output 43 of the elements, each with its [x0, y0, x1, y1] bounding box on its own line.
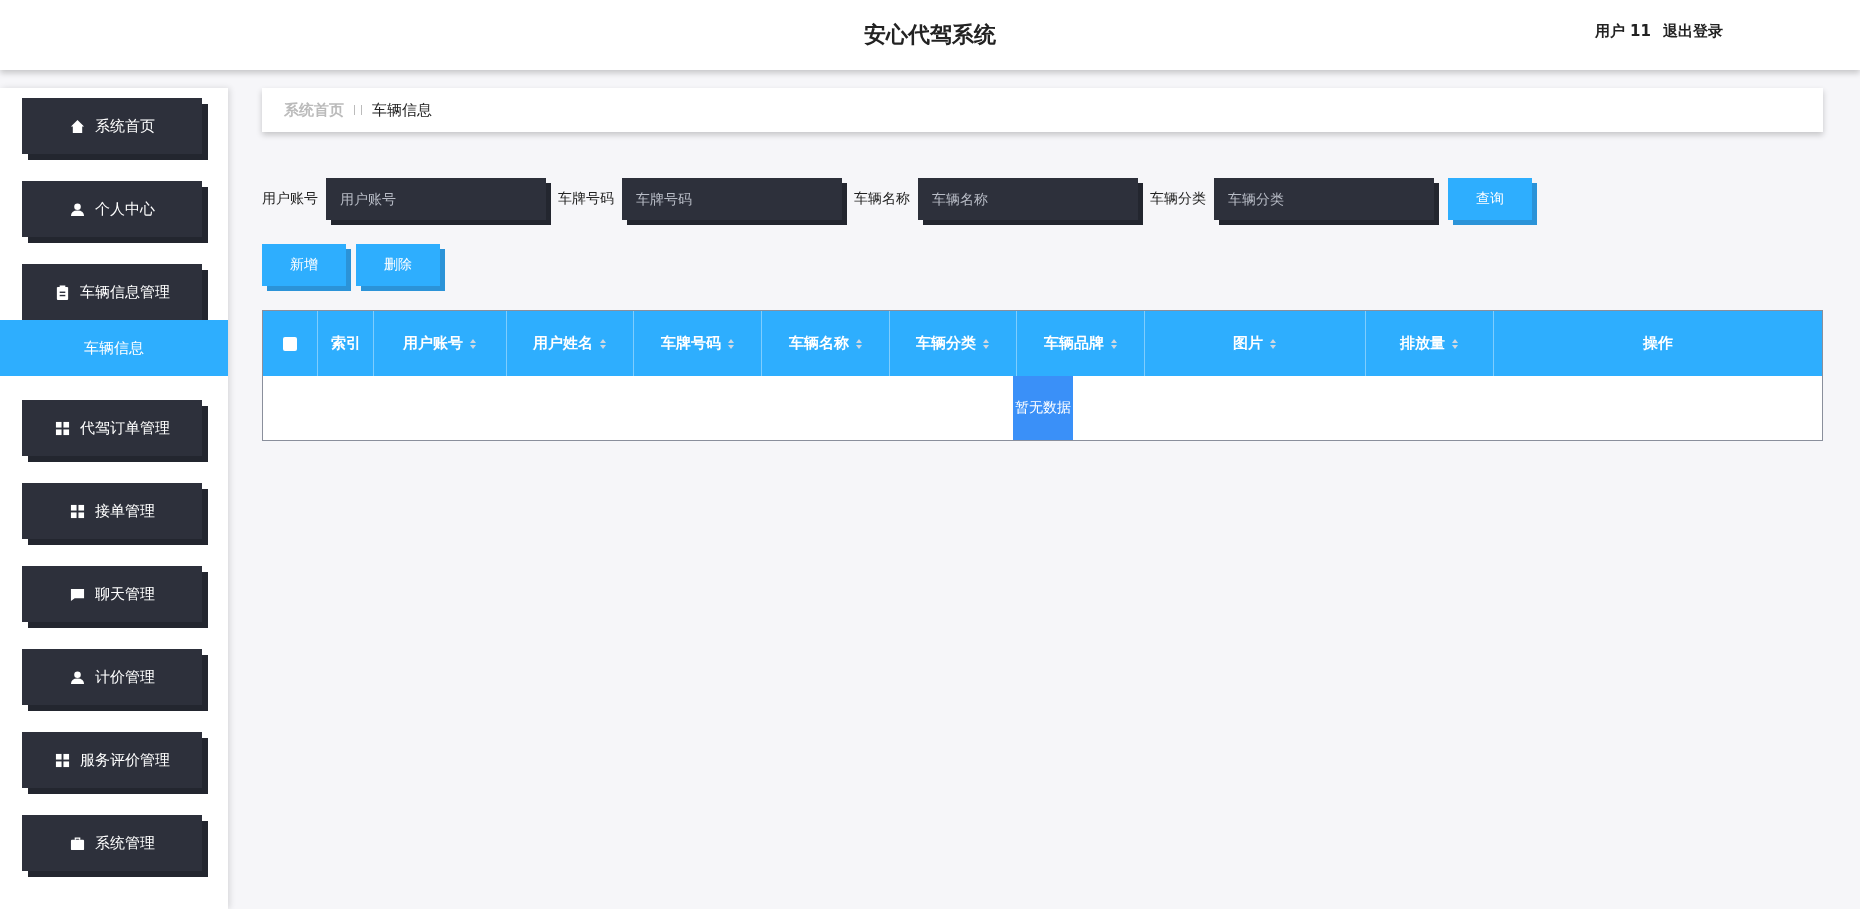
grid-icon	[54, 420, 70, 436]
sort-icon[interactable]	[1451, 337, 1459, 350]
chat-icon	[69, 586, 85, 602]
sort-icon[interactable]	[599, 337, 607, 350]
sort-icon[interactable]	[1269, 337, 1277, 350]
clipboard-icon	[54, 284, 70, 300]
sort-icon[interactable]	[726, 337, 735, 350]
user-icon	[69, 669, 85, 685]
filter-field[interactable]: 车牌号码	[622, 178, 842, 220]
sort-icon[interactable]	[982, 337, 990, 350]
sort-icon[interactable]	[1109, 337, 1118, 350]
select-all-checkbox[interactable]	[283, 336, 297, 351]
column-header[interactable]: 用户姓名	[507, 311, 634, 376]
separator-icon	[354, 105, 362, 115]
filter-field[interactable]: 车辆分类	[1214, 178, 1434, 220]
empty-message: 暂无数据	[1012, 376, 1073, 440]
submenu-item[interactable]: 车辆信息	[0, 320, 228, 376]
filter-label: 车辆名称	[854, 190, 910, 208]
column-header[interactable]: 排放量	[1366, 311, 1494, 376]
grid-icon	[69, 503, 85, 519]
column-header[interactable]: 用户账号	[374, 311, 507, 376]
sort-icon[interactable]	[854, 337, 863, 350]
column-header: 索引	[318, 311, 374, 376]
column-header[interactable]: 车辆分类	[890, 311, 1017, 376]
column-header[interactable]: 图片	[1145, 311, 1366, 376]
briefcase-icon	[69, 835, 85, 851]
breadcrumb-item: 车辆信息	[372, 100, 432, 120]
column-header[interactable]: 车牌号码	[634, 311, 762, 376]
filter-label: 用户账号	[262, 190, 318, 208]
user-icon	[69, 201, 85, 217]
filter-field[interactable]: 用户账号	[326, 178, 546, 220]
filter-field[interactable]: 车辆名称	[918, 178, 1138, 220]
grid-icon	[54, 752, 70, 768]
sort-icon[interactable]	[469, 337, 477, 350]
filter-label: 车牌号码	[558, 190, 614, 208]
breadcrumb-item[interactable]: 系统首页	[284, 100, 344, 120]
home-icon	[69, 118, 85, 134]
column-header[interactable]: 车辆名称	[762, 311, 890, 376]
column-header: 操作	[1642, 333, 1674, 354]
app-title: 安心代驾系统	[864, 21, 996, 49]
user-name: 用户 11	[1594, 22, 1651, 41]
filter-label: 车辆分类	[1150, 190, 1206, 208]
logout-link[interactable]: 退出登录	[1663, 22, 1723, 41]
